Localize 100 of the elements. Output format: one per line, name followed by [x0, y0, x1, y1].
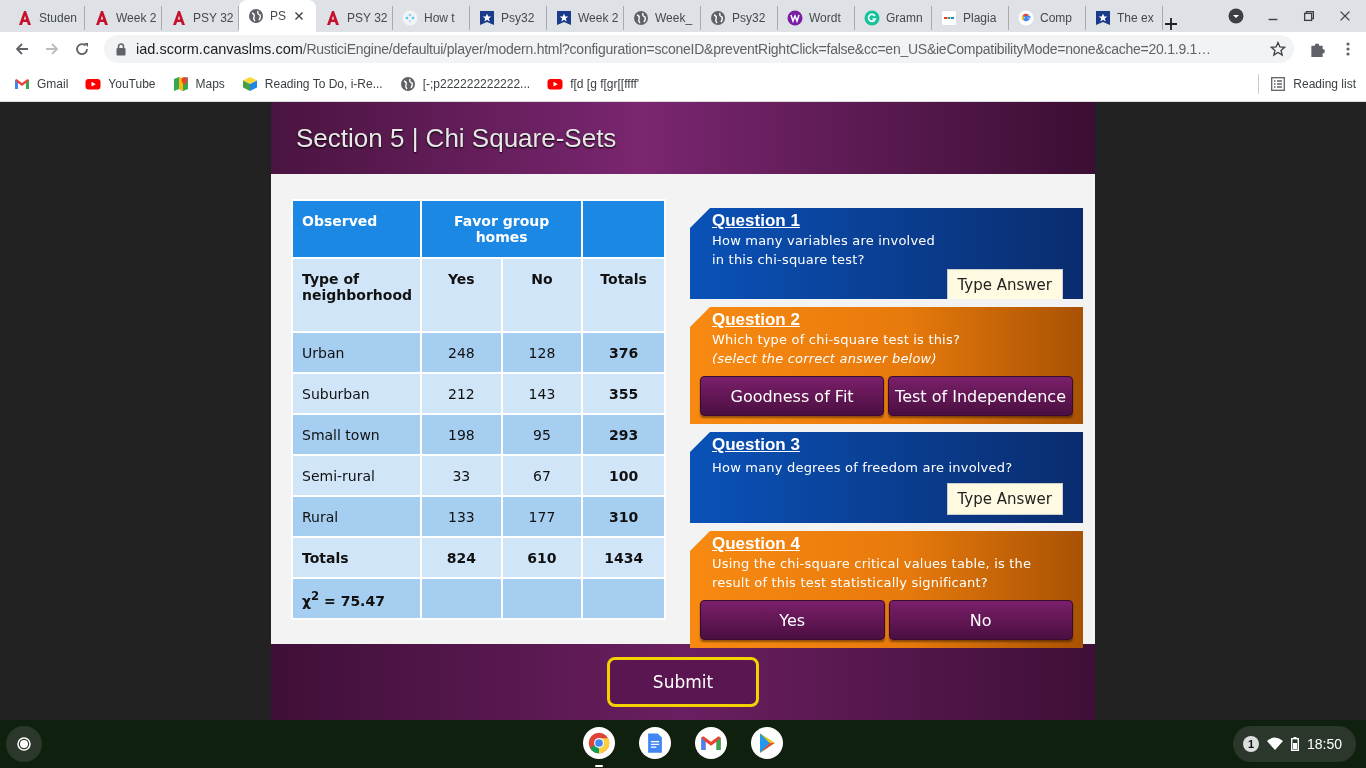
table-header: Observed: [292, 200, 421, 258]
table-cell: 198: [421, 414, 502, 455]
answer-button[interactable]: No: [888, 600, 1073, 640]
tab-search-icon[interactable]: [1228, 8, 1244, 24]
table-cell: 1434: [582, 537, 665, 578]
a-logo-icon: [94, 10, 110, 26]
question-hint: (select the correct answer below): [712, 350, 938, 368]
bookmark[interactable]: [-;p222222222222...: [399, 75, 531, 92]
reading-list-button[interactable]: Reading list: [1258, 73, 1366, 94]
column-header: Totals: [582, 258, 665, 332]
question-text: Which type of chi-square test is this?: [712, 331, 961, 349]
bookmark[interactable]: Reading To Do, i-Re...: [241, 75, 383, 92]
g-circle-icon: [864, 10, 880, 26]
table-cell: 212: [421, 373, 502, 414]
table-cell: 610: [501, 537, 583, 578]
question-heading: Question 1: [712, 211, 801, 231]
answer-button[interactable]: Test of Independence: [888, 376, 1073, 416]
bookmark[interactable]: Gmail: [14, 75, 69, 92]
browser-tab[interactable]: Psy32: [470, 6, 547, 30]
answer-field[interactable]: Type Answer: [946, 269, 1063, 301]
restore-icon[interactable]: [1302, 9, 1316, 23]
reload-icon[interactable]: [74, 41, 90, 57]
table-cell: 177: [501, 496, 583, 537]
google-icon: [1018, 10, 1034, 26]
globe-icon: [710, 10, 726, 26]
browser-tab[interactable]: Psy32: [701, 6, 778, 30]
chrome-icon: [588, 732, 610, 754]
maps-icon: [172, 75, 189, 92]
browser-tab[interactable]: Week_: [624, 6, 701, 30]
browser-tab[interactable]: PS: [239, 0, 316, 32]
table-cell: 133: [421, 496, 502, 537]
table-cell: Rural: [292, 496, 421, 537]
question-heading: Question 3: [712, 435, 801, 456]
launcher-icon: [17, 737, 31, 751]
table-cell: Semi-rural: [292, 455, 421, 496]
star-icon[interactable]: [1270, 41, 1286, 57]
submit-button[interactable]: Submit: [607, 657, 759, 707]
column-header: Yes: [421, 258, 502, 332]
question-heading: Question 2: [712, 310, 800, 330]
question-heading: Question 4: [712, 534, 800, 554]
status-tray[interactable]: 1 18:50: [1232, 726, 1356, 762]
close-icon[interactable]: [1338, 9, 1352, 23]
column-header: No: [501, 258, 583, 332]
table-cell: 67: [501, 455, 583, 496]
answer-button[interactable]: Goodness of Fit: [700, 376, 885, 416]
browser-tab[interactable]: How t: [393, 6, 470, 30]
table-cell: 33: [421, 455, 502, 496]
wifi-icon: [1266, 737, 1283, 751]
star-shield-icon: [479, 10, 495, 26]
dots-icon: [402, 10, 418, 26]
table-cell: Totals: [292, 537, 421, 578]
question-text: How many degrees of freedom are involved?: [712, 459, 1014, 477]
browser-tab[interactable]: Comp: [1009, 6, 1086, 30]
globe-icon: [248, 8, 264, 24]
table-cell: 824: [421, 537, 502, 578]
table-header: Favor group homes: [421, 200, 583, 258]
table-cell: 143: [501, 373, 583, 414]
table-cell: χ$^{2}$ = 75.47: [292, 578, 421, 619]
battery-icon: [1290, 737, 1299, 751]
table-cell: 310: [582, 496, 665, 537]
browser-tab[interactable]: Studen: [8, 6, 85, 30]
table-cell: 100: [582, 455, 665, 496]
answer-field[interactable]: Type Answer: [946, 483, 1063, 515]
table-cell: 293: [582, 414, 665, 455]
question-text: How many variables are involved in this chi-square test?: [712, 232, 936, 269]
table-cell: Suburban: [292, 373, 421, 414]
browser-tab[interactable]: Wordt: [778, 6, 855, 30]
table-cell: 128: [501, 332, 583, 373]
new-tab-icon[interactable]: [1163, 16, 1179, 32]
table-cell: 248: [421, 332, 502, 373]
bookmark[interactable]: Maps: [172, 75, 225, 92]
a-logo-icon: [171, 10, 187, 26]
star-shield-icon: [556, 10, 572, 26]
browser-tab[interactable]: Week 2: [547, 6, 624, 30]
launcher-button[interactable]: [6, 726, 42, 762]
browser-tab[interactable]: Gramn: [855, 6, 932, 30]
w-circle-icon: [787, 10, 803, 26]
a-logo-icon: [325, 10, 341, 26]
table-cell: Small town: [292, 414, 421, 455]
back-icon[interactable]: [14, 41, 30, 57]
slide-title: Section 5 | Chi Square-Sets: [296, 122, 617, 154]
address-bar[interactable]: iad.scorm.canvaslms.com/RusticiEngine/defaultui/player/modern.html?configuration=sconeID&preventRightClick=false&cc=en_US&ieCompatibilityMode=none&cache=20.1.9.1…: [104, 35, 1294, 63]
table-cell: 376: [582, 332, 665, 373]
table-cell: Urban: [292, 332, 421, 373]
clock: 18:50: [1306, 736, 1342, 752]
list-icon: [1271, 76, 1286, 91]
browser-tab[interactable]: The ex: [1086, 6, 1163, 30]
notification-count: 1: [1242, 736, 1259, 752]
table-cell: 355: [582, 373, 665, 414]
app-button[interactable]: [583, 727, 615, 767]
column-header: Type of neighborhood: [292, 258, 421, 332]
star-shield-icon: [1095, 10, 1111, 26]
globe-icon: [633, 10, 649, 26]
answer-button[interactable]: Yes: [700, 600, 885, 640]
browser-tab[interactable]: PSY 32: [316, 6, 393, 30]
browser-tab[interactable]: Plagia: [932, 6, 1009, 30]
browser-tab[interactable]: Week 2: [85, 6, 162, 30]
bookmark[interactable]: f[d [g f[gr[[ffff': [547, 75, 640, 92]
bookmark[interactable]: YouTube: [85, 75, 156, 92]
globe-icon: [399, 75, 416, 92]
